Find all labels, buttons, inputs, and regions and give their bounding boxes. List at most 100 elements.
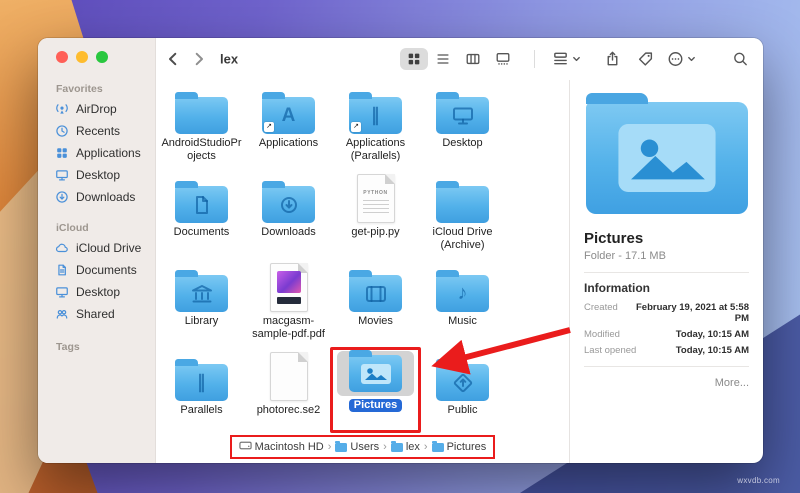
- alias-badge: [264, 122, 274, 132]
- file-item[interactable]: Applications (Parallels): [332, 84, 419, 173]
- sidebar-item-applications[interactable]: Applications: [44, 142, 149, 164]
- share-icon[interactable]: [604, 51, 621, 68]
- file-label: Downloads: [261, 226, 315, 239]
- sidebar: Favorites AirDrop Recents: [38, 38, 156, 463]
- sidebar-item-label: iCloud Drive: [76, 241, 141, 255]
- file-item[interactable]: Library: [158, 262, 245, 351]
- sidebar-item-desktop-icloud[interactable]: Desktop: [44, 281, 149, 303]
- file-item[interactable]: Music: [419, 262, 506, 351]
- downloads-folder-icon: [262, 186, 315, 223]
- forward-button[interactable]: [190, 50, 208, 68]
- path-label: Macintosh HD: [255, 441, 324, 453]
- downloads-icon: [54, 190, 69, 204]
- file-label: Documents: [174, 226, 230, 239]
- file-label: Library: [185, 315, 219, 328]
- toolbar: lex: [156, 38, 763, 80]
- movies-folder-icon: [349, 275, 402, 312]
- sidebar-item-airdrop[interactable]: AirDrop: [44, 98, 149, 120]
- python-badge: PYTHON: [358, 190, 394, 196]
- file-label: Public: [448, 404, 478, 417]
- public-folder-icon: [436, 364, 489, 401]
- path-segment-pictures[interactable]: Pictures: [432, 441, 487, 453]
- file-item[interactable]: Applications: [245, 84, 332, 173]
- file-item[interactable]: Movies: [332, 262, 419, 351]
- file-grid: AndroidStudioProjects Applications: [158, 84, 569, 440]
- preview-pictures-glyph: [586, 102, 748, 214]
- file-item[interactable]: macgasm-sample-pdf.pdf: [245, 262, 332, 351]
- divider: [584, 366, 749, 367]
- cloud-icon: [54, 241, 69, 255]
- file-item[interactable]: photorec.se2: [245, 351, 332, 440]
- sidebar-item-desktop[interactable]: Desktop: [44, 164, 149, 186]
- close-button[interactable]: [56, 51, 68, 63]
- row-label: Modified: [584, 329, 620, 340]
- file-item[interactable]: Public: [419, 351, 506, 440]
- sidebar-item-documents[interactable]: Documents: [44, 259, 149, 281]
- file-label: Music: [448, 315, 477, 328]
- more-actions-button[interactable]: [667, 51, 696, 68]
- path-segment-disk[interactable]: Macintosh HD: [239, 439, 324, 455]
- file-item[interactable]: Documents: [158, 173, 245, 262]
- sidebar-item-shared[interactable]: Shared: [44, 303, 149, 325]
- page-fold: [298, 352, 308, 362]
- view-icon-list[interactable]: [428, 48, 458, 70]
- zoom-button[interactable]: [96, 51, 108, 63]
- file-item[interactable]: iCloud Drive (Archive): [419, 173, 506, 262]
- file-label: Parallels: [180, 404, 222, 417]
- path-label: lex: [406, 441, 420, 453]
- disk-icon: [239, 439, 252, 455]
- file-item[interactable]: Desktop: [419, 84, 506, 173]
- preview-row-modified: Modified Today, 10:15 AM: [584, 329, 749, 340]
- more-link[interactable]: More...: [584, 377, 749, 389]
- music-folder-icon: [436, 275, 489, 312]
- file-item[interactable]: PYTHON get-pip.py: [332, 173, 419, 262]
- clock-icon: [54, 124, 69, 138]
- music-glyph: [436, 275, 489, 312]
- tag-icon[interactable]: [637, 51, 654, 68]
- folder-icon: [175, 97, 228, 134]
- path-segment-lex[interactable]: lex: [391, 441, 420, 453]
- file-item[interactable]: Parallels: [158, 351, 245, 440]
- view-icon-grid[interactable]: [400, 48, 428, 70]
- window-title: lex: [220, 52, 238, 67]
- file-item-pictures[interactable]: Pictures: [332, 351, 419, 440]
- generic-file-icon: [270, 352, 308, 401]
- sidebar-item-label: Recents: [76, 124, 120, 138]
- file-label: AndroidStudioProjects: [160, 137, 244, 163]
- search-icon[interactable]: [732, 51, 749, 68]
- row-label: Last opened: [584, 345, 636, 356]
- desktop-folder-icon: [436, 97, 489, 134]
- people-icon: [54, 307, 69, 321]
- group-button[interactable]: [552, 51, 581, 68]
- sidebar-item-label: Applications: [76, 146, 141, 160]
- sidebar-section-icloud: iCloud: [38, 222, 155, 237]
- path-separator: ›: [424, 441, 428, 453]
- path-segment-users[interactable]: Users: [335, 441, 379, 453]
- folder-icon: [436, 186, 489, 223]
- desktop-icon: [54, 168, 69, 182]
- file-item[interactable]: Downloads: [245, 173, 332, 262]
- sidebar-item-label: Documents: [76, 263, 137, 277]
- documents-glyph: [175, 186, 228, 223]
- parallels-glyph: [175, 364, 228, 401]
- main-area: lex: [156, 38, 763, 463]
- applications-icon: [54, 146, 69, 160]
- view-icon-gallery[interactable]: [488, 48, 518, 70]
- sidebar-item-recents[interactable]: Recents: [44, 120, 149, 142]
- pdf-file-icon: [270, 263, 308, 312]
- window-controls: [38, 51, 155, 63]
- minimize-button[interactable]: [76, 51, 88, 63]
- preview-row-created: Created February 19, 2021 at 5:58 PM: [584, 302, 749, 324]
- preview-row-last-opened: Last opened Today, 10:15 AM: [584, 345, 749, 356]
- view-icon-columns[interactable]: [458, 48, 488, 70]
- back-button[interactable]: [164, 50, 182, 68]
- path-separator: ›: [328, 441, 332, 453]
- file-label: photorec.se2: [257, 404, 321, 417]
- mini-folder-icon: [335, 443, 347, 452]
- path-label: Pictures: [447, 441, 487, 453]
- file-label: Desktop: [442, 137, 482, 150]
- file-label: Movies: [358, 315, 393, 328]
- file-item[interactable]: AndroidStudioProjects: [158, 84, 245, 173]
- sidebar-item-icloud-drive[interactable]: iCloud Drive: [44, 237, 149, 259]
- sidebar-item-downloads[interactable]: Downloads: [44, 186, 149, 208]
